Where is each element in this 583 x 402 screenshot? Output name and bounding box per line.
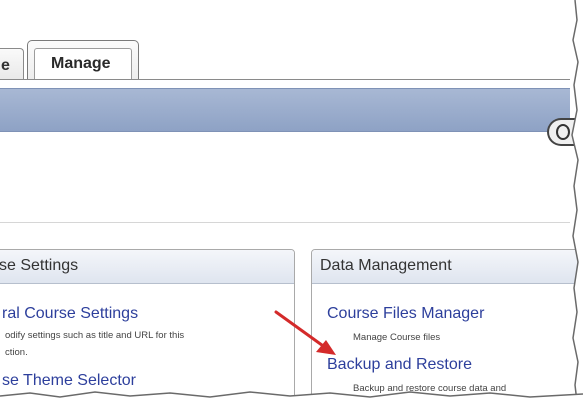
general-course-settings-desc-2: ction.	[5, 347, 28, 358]
data-management-panel: Data Management Course Files Manager Man…	[311, 249, 581, 402]
tab-manage[interactable]: Manage	[27, 40, 139, 80]
search-icon	[556, 124, 570, 140]
torn-edge-bottom	[0, 391, 583, 402]
data-management-title: Data Management	[312, 250, 580, 284]
section-divider	[0, 222, 570, 223]
tab-previous[interactable]: e	[0, 48, 24, 80]
course-settings-panel: se Settings ral Course Settings odify se…	[0, 249, 295, 402]
course-files-manager-link[interactable]: Course Files Manager	[327, 305, 484, 323]
tab-manage-label: Manage	[51, 55, 111, 72]
course-settings-title: se Settings	[0, 250, 294, 284]
torn-edge-right	[571, 0, 583, 402]
tab-previous-label: e	[1, 57, 10, 74]
course-files-manager-desc: Manage Course files	[353, 332, 441, 343]
tab-baseline	[0, 79, 570, 80]
general-course-settings-desc-1: odify settings such as title and URL for…	[5, 330, 185, 341]
tab-strip: e Manage	[0, 0, 570, 80]
general-course-settings-link[interactable]: ral Course Settings	[2, 305, 138, 323]
header-bar	[0, 88, 570, 132]
red-arrow-icon	[274, 310, 336, 355]
tab-manage-inner: Manage	[34, 48, 132, 79]
